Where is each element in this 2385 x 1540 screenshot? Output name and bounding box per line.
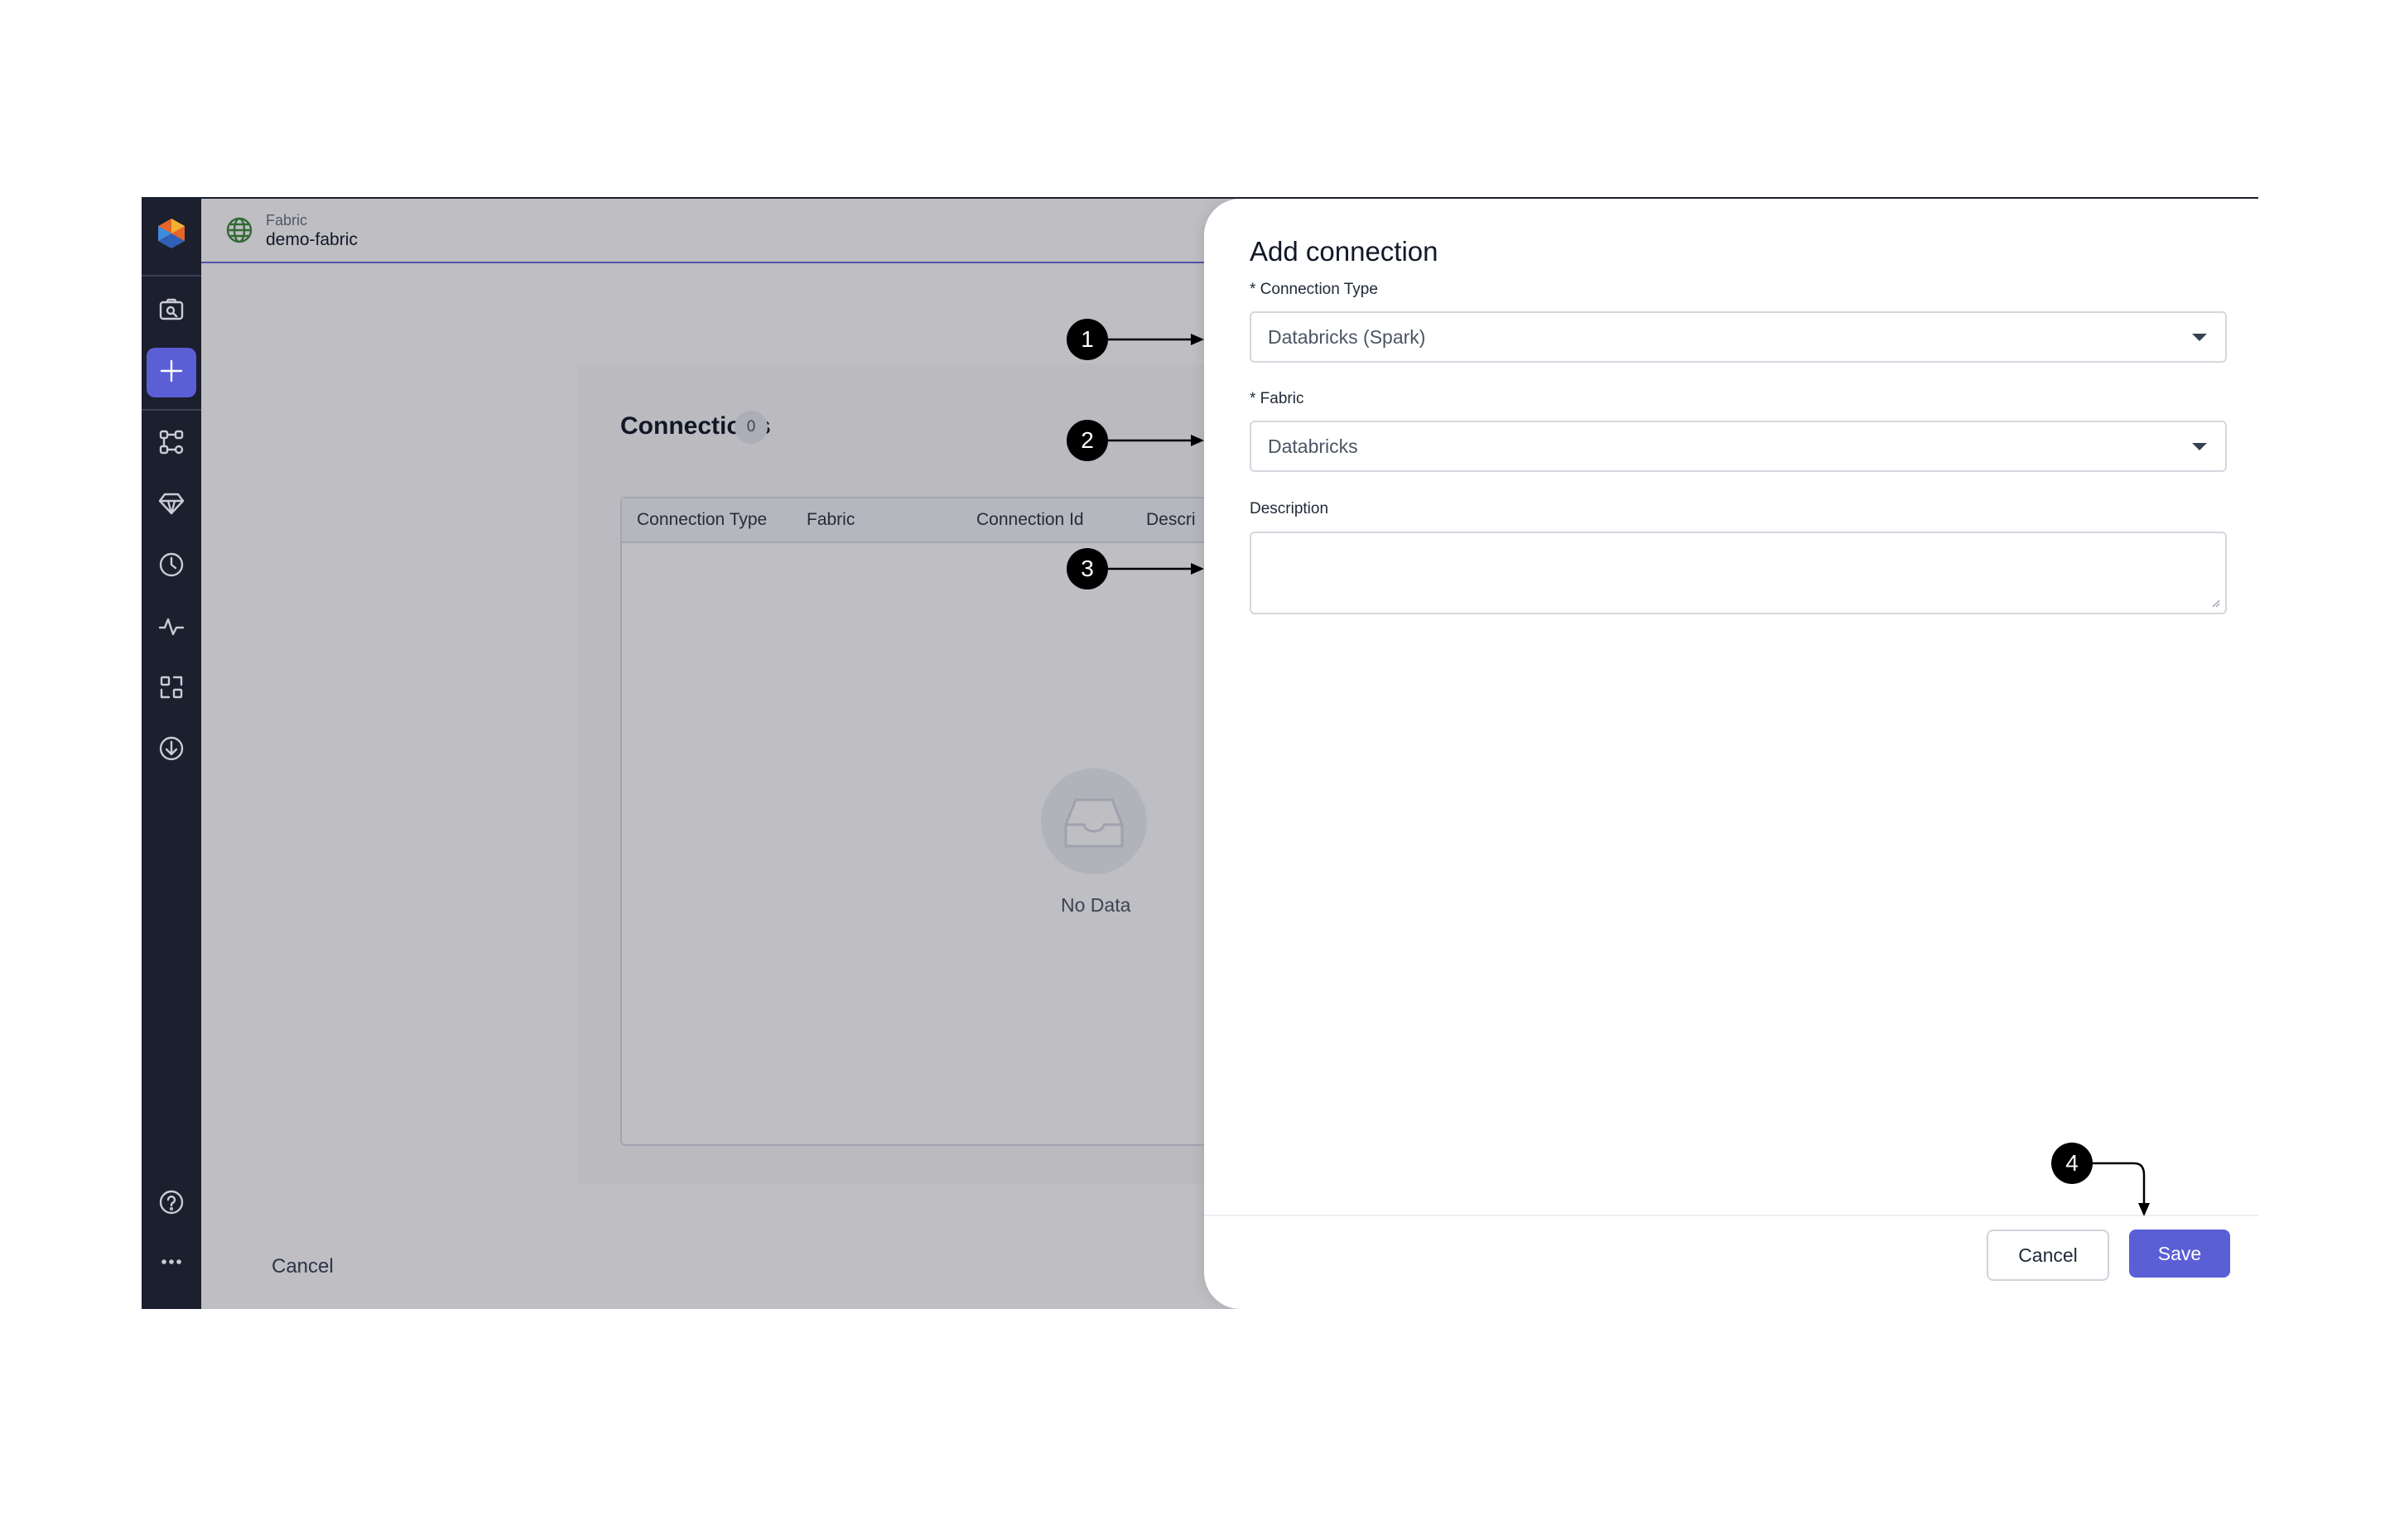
connection-type-value: Databricks (Spark) [1268,326,1426,348]
clock-icon [157,550,186,584]
left-rail [142,199,201,1309]
graph-icon [157,427,186,461]
resize-handle-icon[interactable] [2210,598,2220,608]
callout-3: 3 [1067,548,1108,590]
download-icon [157,734,186,768]
more-icon [157,1247,186,1281]
rail-item-browse[interactable] [147,286,196,336]
arrow-icon [1108,334,1204,345]
drawer-title: Add connection [1250,236,1438,267]
chevron-down-icon [2192,334,2207,341]
app-window: Fabric demo-fabric Connections 0 Connect… [142,197,2258,1309]
rail-item-more[interactable] [147,1239,196,1288]
description-textarea[interactable] [1250,532,2227,614]
help-icon [157,1187,186,1221]
rail-divider [142,275,201,277]
rail-item-history[interactable] [147,541,196,591]
arrow-icon [1108,563,1204,575]
save-button[interactable]: Save [2129,1230,2230,1278]
rail-item-download[interactable] [147,725,196,775]
scan-icon [157,672,186,706]
rail-item-help[interactable] [147,1179,196,1229]
connection-type-select[interactable]: Databricks (Spark) [1250,311,2227,363]
arrow-icon [1108,435,1204,446]
rail-item-lineage[interactable] [147,664,196,714]
callout-2: 2 [1067,420,1108,461]
connection-type-label: * Connection Type [1250,281,1378,298]
callout-1: 1 [1067,319,1108,360]
cancel-button[interactable]: Cancel [1987,1230,2109,1281]
rail-item-observability[interactable] [147,603,196,652]
gem-icon [157,488,186,522]
modal-backdrop[interactable] [201,199,1344,1309]
fabric-select[interactable]: Databricks [1250,421,2227,472]
fabric-value: Databricks [1268,436,1358,457]
description-label: Description [1250,500,1329,517]
arrow-icon [2093,1162,2150,1216]
rail-divider [142,409,201,411]
plus-icon [157,356,186,390]
fabric-label: * Fabric [1250,390,1304,407]
logo-icon [153,215,190,252]
rail-item-gems[interactable] [147,480,196,530]
folder-search-icon [157,295,186,329]
rail-item-create[interactable] [147,348,196,397]
add-connection-drawer: Add connection * Connection Type Databri… [1204,199,2258,1309]
callout-4: 4 [2051,1143,2093,1184]
chevron-down-icon [2192,443,2207,450]
activity-icon [157,611,186,645]
rail-item-graph[interactable] [147,419,196,469]
